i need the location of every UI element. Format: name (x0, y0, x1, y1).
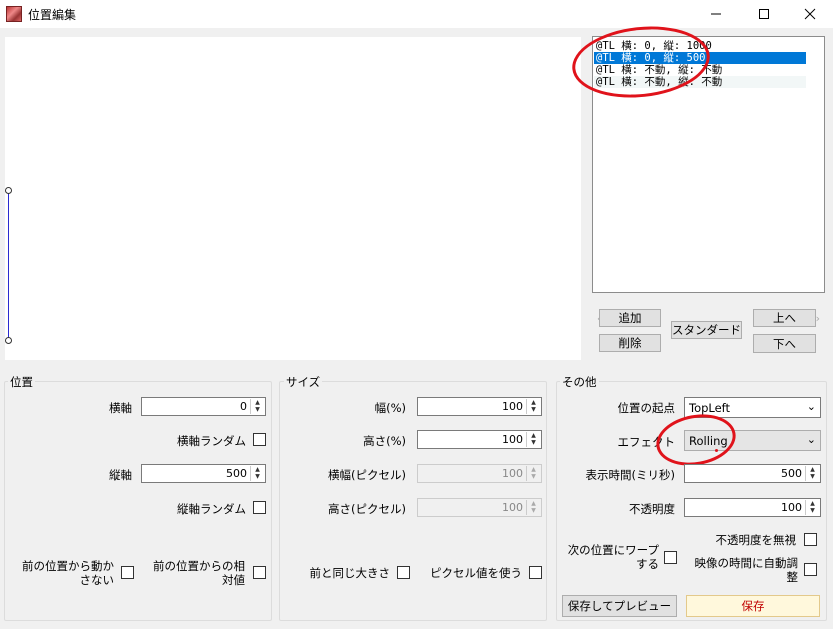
close-icon (804, 8, 816, 20)
height-px-value: 100 (502, 501, 523, 514)
ignore-opacity-checkbox[interactable] (804, 533, 817, 546)
same-size-checkbox[interactable] (397, 566, 410, 579)
y-axis-label: 縦軸 (109, 468, 132, 482)
opacity-label: 不透明度 (629, 502, 675, 516)
width-px-value: 100 (502, 467, 523, 480)
opacity-field[interactable]: 100 ▲ ▼ (684, 498, 821, 517)
x-axis-field[interactable]: 0 ▲ ▼ (141, 397, 266, 416)
other-group-title: その他 (560, 374, 599, 390)
origin-label: 位置の起点 (617, 401, 676, 415)
height-pct-label: 高さ(%) (363, 434, 406, 448)
height-pct-value: 100 (502, 433, 523, 446)
spin-buttons[interactable]: ▲ ▼ (805, 500, 819, 515)
window-title: 位置編集 (28, 8, 77, 22)
y-axis-field[interactable]: 500 ▲ ▼ (141, 464, 266, 483)
ignore-opacity-label: 不透明度を無視 (715, 533, 797, 547)
move-up-button[interactable]: 上へ (753, 309, 816, 327)
x-random-checkbox[interactable] (253, 433, 266, 446)
duration-label: 表示時間(ミリ秒) (585, 468, 675, 482)
height-px-label: 高さ(ピクセル) (328, 502, 406, 516)
maximize-icon (759, 9, 769, 19)
duration-field[interactable]: 500 ▲ ▼ (684, 464, 821, 483)
path-point-bottom[interactable] (5, 337, 12, 344)
x-random-label: 横軸ランダム (177, 434, 246, 448)
annotation-dot (715, 449, 718, 452)
path-point-top[interactable] (5, 187, 12, 194)
x-axis-value: 0 (240, 400, 247, 413)
spin-buttons[interactable]: ▲ ▼ (250, 466, 264, 481)
auto-adjust-checkbox[interactable] (804, 563, 817, 576)
width-px-label: 横幅(ピクセル) (328, 468, 406, 482)
size-group-title: サイズ (284, 374, 323, 390)
standard-button[interactable]: スタンダード (671, 321, 742, 339)
preview-canvas[interactable] (5, 37, 581, 360)
spin-buttons: ▲ ▼ (526, 466, 540, 481)
maximize-button[interactable] (741, 0, 787, 28)
save-button[interactable]: 保存 (686, 595, 820, 617)
no-move-label: 前の位置から動かさない (22, 559, 114, 587)
spin-buttons[interactable]: ▲ ▼ (526, 432, 540, 447)
spin-buttons[interactable]: ▲ ▼ (526, 399, 540, 414)
chevron-down-icon: ⌄ (806, 400, 816, 413)
x-axis-label: 横軸 (109, 401, 132, 415)
y-axis-value: 500 (226, 467, 247, 480)
use-pixel-label: ピクセル値を使う (430, 566, 522, 580)
spin-buttons: ▲ ▼ (526, 500, 540, 515)
save-preview-button[interactable]: 保存してプレビュー (562, 595, 677, 617)
close-button[interactable] (787, 0, 833, 28)
auto-adjust-label: 映像の時間に自動調整 (694, 556, 799, 584)
no-move-checkbox[interactable] (121, 566, 134, 579)
opacity-value: 100 (781, 501, 802, 514)
motion-path-line (8, 190, 9, 340)
move-down-button[interactable]: 下へ (753, 334, 816, 353)
same-size-label: 前と同じ大きさ (309, 566, 391, 580)
add-button[interactable]: 追加 (599, 309, 661, 327)
width-pct-value: 100 (502, 400, 523, 413)
width-px-field: 100 ▲ ▼ (417, 464, 542, 483)
width-pct-field[interactable]: 100 ▲ ▼ (417, 397, 542, 416)
width-pct-label: 幅(%) (374, 401, 406, 415)
title-bar: 位置編集 (0, 0, 833, 28)
duration-value: 500 (781, 467, 802, 480)
app-icon (6, 6, 22, 22)
scroll-right-icon[interactable]: › (816, 312, 820, 325)
y-random-label: 縦軸ランダム (177, 502, 246, 516)
height-px-field: 100 ▲ ▼ (417, 498, 542, 517)
position-group-title: 位置 (8, 374, 35, 390)
minimize-icon (711, 13, 721, 15)
origin-value: TopLeft (689, 401, 731, 415)
spin-buttons[interactable]: ▲ ▼ (250, 399, 264, 414)
warp-checkbox[interactable] (664, 551, 677, 564)
delete-button[interactable]: 削除 (599, 334, 661, 352)
warp-label: 次の位置にワープする (567, 543, 659, 571)
relative-checkbox[interactable] (253, 566, 266, 579)
height-pct-field[interactable]: 100 ▲ ▼ (417, 430, 542, 449)
use-pixel-checkbox[interactable] (529, 566, 542, 579)
y-random-checkbox[interactable] (253, 501, 266, 514)
chevron-down-icon: ⌄ (806, 433, 816, 446)
spin-buttons[interactable]: ▲ ▼ (805, 466, 819, 481)
minimize-button[interactable] (693, 0, 739, 28)
relative-label: 前の位置からの相対値 (153, 559, 245, 587)
